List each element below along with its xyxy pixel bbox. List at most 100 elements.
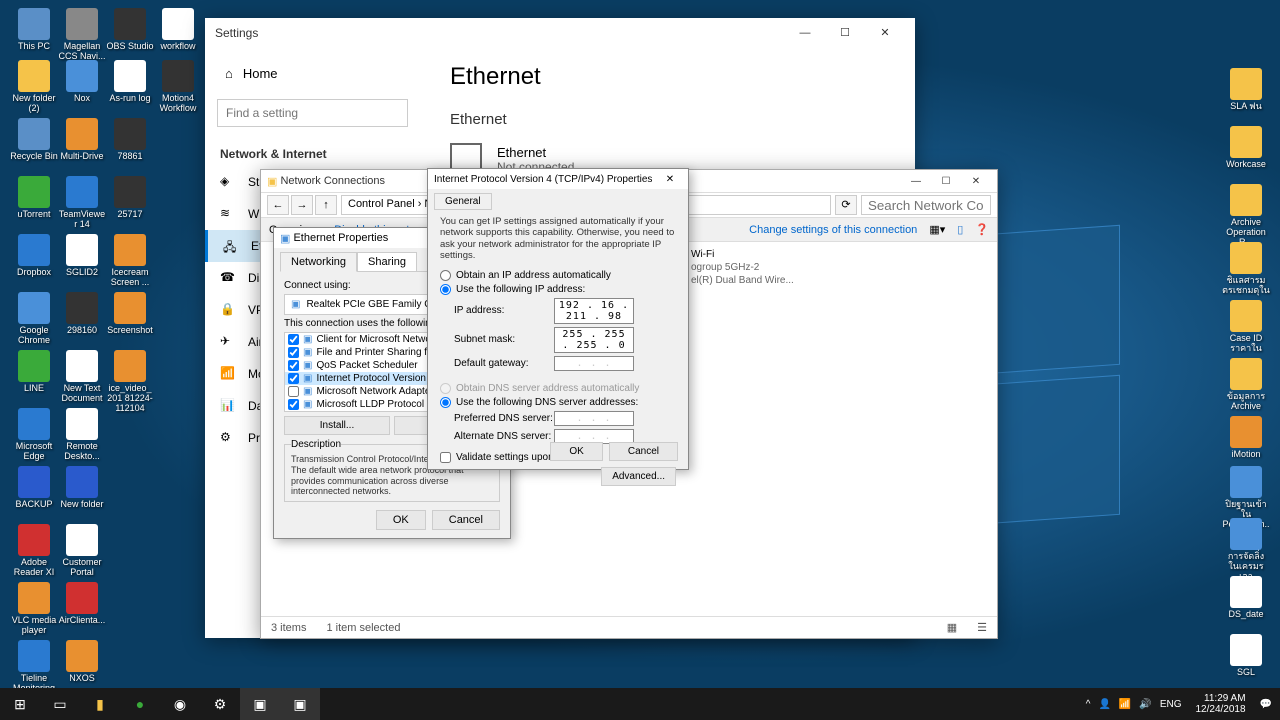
- refresh-button[interactable]: ⟳: [835, 195, 857, 215]
- desktop-icon[interactable]: 78861: [106, 118, 154, 162]
- maximize-button[interactable]: ☐: [825, 18, 865, 48]
- system-tray[interactable]: ^ 👤 📶 🔊 ENG 11:29 AM 12/24/2018 💬: [1078, 693, 1280, 715]
- desktop-icon[interactable]: Case ID ราคาใน: [1222, 300, 1270, 354]
- ok-button[interactable]: OK: [550, 442, 602, 461]
- desktop-icon[interactable]: New Text Document: [58, 350, 106, 404]
- desktop-icon[interactable]: ice_video_201 81224-112104: [106, 350, 154, 414]
- people-icon[interactable]: 👤: [1098, 699, 1110, 710]
- desktop-icon[interactable]: Dropbox: [10, 234, 58, 278]
- desktop-icon[interactable]: SLA ฟน: [1222, 68, 1270, 112]
- minimize-button[interactable]: —: [901, 176, 931, 187]
- desktop-icon[interactable]: This PC: [10, 8, 58, 52]
- dns1-input[interactable]: . . .: [554, 411, 634, 426]
- start-button[interactable]: ⊞: [0, 688, 40, 720]
- desktop-icon[interactable]: ชิแลศารม ตรเชกมดุใน: [1222, 242, 1270, 296]
- chrome-icon[interactable]: ◉: [160, 688, 200, 720]
- cancel-button[interactable]: Cancel: [609, 442, 678, 461]
- desktop-icon[interactable]: New folder (2): [10, 60, 58, 114]
- close-button[interactable]: ✕: [865, 18, 905, 48]
- control-panel-taskbar-icon[interactable]: ▣: [240, 688, 280, 720]
- desktop-icon[interactable]: DS_date: [1222, 576, 1270, 620]
- desktop-icon[interactable]: Nox: [58, 60, 106, 104]
- radio-auto-ip[interactable]: Obtain an IP address automatically: [440, 270, 676, 281]
- desktop-icon[interactable]: OBS Studio: [106, 8, 154, 52]
- tab-networking[interactable]: Networking: [280, 252, 357, 272]
- desktop-icon[interactable]: Workcase: [1222, 126, 1270, 170]
- desktop-icon[interactable]: Google Chrome: [10, 292, 58, 346]
- netconn-taskbar-icon[interactable]: ▣: [280, 688, 320, 720]
- notification-icon[interactable]: 💬: [1260, 699, 1272, 710]
- settings-titlebar[interactable]: Settings — ☐ ✕: [205, 18, 915, 48]
- desktop-icon[interactable]: VLC media player: [10, 582, 58, 636]
- radio-static-dns[interactable]: Use the following DNS server addresses:: [440, 397, 676, 408]
- desktop-icon[interactable]: Tieline Monitoring: [10, 640, 58, 694]
- desktop-icon[interactable]: AirClienta...: [58, 582, 106, 626]
- desktop-icon[interactable]: Multi-Drive: [58, 118, 106, 162]
- clock[interactable]: 11:29 AM 12/24/2018: [1189, 693, 1251, 715]
- advanced-button[interactable]: Advanced...: [601, 467, 676, 486]
- close-button[interactable]: ✕: [658, 174, 682, 185]
- ok-button[interactable]: OK: [376, 510, 426, 530]
- desktop-icon[interactable]: As-run log: [106, 60, 154, 104]
- help-icon[interactable]: ❓: [975, 223, 989, 236]
- task-view-button[interactable]: ▭: [40, 688, 80, 720]
- desktop-icon[interactable]: iMotion: [1222, 416, 1270, 460]
- maximize-button[interactable]: ☐: [931, 176, 961, 187]
- radio-static-dns-input[interactable]: [440, 397, 451, 408]
- netconn-search-input[interactable]: [861, 195, 991, 215]
- radio-auto-ip-input[interactable]: [440, 270, 451, 281]
- radio-static-ip-input[interactable]: [440, 284, 451, 295]
- settings-search-input[interactable]: [217, 99, 408, 127]
- gateway-input[interactable]: . . .: [554, 356, 634, 371]
- desktop-icon[interactable]: 298160: [58, 292, 106, 336]
- protocol-checkbox[interactable]: [288, 347, 299, 358]
- utorrent-icon[interactable]: ●: [120, 688, 160, 720]
- protocol-checkbox[interactable]: [288, 360, 299, 371]
- nav-home[interactable]: ⌂ Home: [205, 58, 420, 89]
- eth-name[interactable]: Ethernet: [497, 145, 574, 160]
- settings-taskbar-icon[interactable]: ⚙: [200, 688, 240, 720]
- desktop-icon[interactable]: Motion4 Workflow: [154, 60, 202, 114]
- desktop-icon[interactable]: LINE: [10, 350, 58, 394]
- desktop-icon[interactable]: Icecream Screen ...: [106, 234, 154, 288]
- view-details-icon[interactable]: ☰: [977, 621, 987, 634]
- tab-general[interactable]: General: [434, 193, 492, 210]
- desktop-icon[interactable]: TeamViewer 14: [58, 176, 106, 230]
- protocol-checkbox[interactable]: [288, 386, 299, 397]
- desktop-icon[interactable]: Customer Portal: [58, 524, 106, 578]
- close-button[interactable]: ✕: [961, 176, 991, 187]
- desktop-icon[interactable]: ข้อมูลการ Archive: [1222, 358, 1270, 412]
- view-large-icon[interactable]: ▦: [947, 621, 957, 634]
- desktop-icon[interactable]: SGLID2: [58, 234, 106, 278]
- wifi-item[interactable]: Wi-Fi ogroup 5GHz-2 el(R) Dual Band Wire…: [691, 248, 794, 287]
- wifi-tray-icon[interactable]: 📶: [1119, 699, 1131, 710]
- protocol-checkbox[interactable]: [288, 373, 299, 384]
- cancel-button[interactable]: Cancel: [432, 510, 500, 530]
- desktop-icon[interactable]: Microsoft Edge: [10, 408, 58, 462]
- desktop-icon[interactable]: Magellan CCS Navi...: [58, 8, 106, 62]
- desktop-icon[interactable]: New folder: [58, 466, 106, 510]
- desktop-icon[interactable]: SGL: [1222, 634, 1270, 678]
- tab-sharing[interactable]: Sharing: [357, 252, 417, 271]
- install-button[interactable]: Install...: [284, 416, 390, 435]
- subnet-mask-input[interactable]: 255 . 255 . 255 . 0: [554, 327, 634, 353]
- back-button[interactable]: ←: [267, 195, 289, 215]
- desktop-icon[interactable]: Screenshot: [106, 292, 154, 336]
- desktop-icon[interactable]: NXOS: [58, 640, 106, 684]
- validate-checkbox[interactable]: [440, 452, 451, 463]
- toolbar-settings[interactable]: Change settings of this connection: [749, 224, 917, 236]
- protocol-checkbox[interactable]: [288, 334, 299, 345]
- volume-icon[interactable]: 🔊: [1139, 699, 1151, 710]
- desktop-icon[interactable]: BACKUP: [10, 466, 58, 510]
- desktop-icon[interactable]: Remote Deskto...: [58, 408, 106, 462]
- pane-icon[interactable]: ▯: [957, 223, 963, 236]
- view-icon[interactable]: ▦▾: [929, 223, 945, 236]
- ipv4-titlebar[interactable]: Internet Protocol Version 4 (TCP/IPv4) P…: [428, 169, 688, 189]
- explorer-icon[interactable]: ▮: [80, 688, 120, 720]
- desktop-icon[interactable]: Archive Operation R...: [1222, 184, 1270, 248]
- ip-address-input[interactable]: 192 . 16 . 211 . 98: [554, 298, 634, 324]
- lang-indicator[interactable]: ENG: [1160, 699, 1182, 710]
- desktop-icon[interactable]: Adobe Reader XI: [10, 524, 58, 578]
- desktop-icon[interactable]: การจัดลิ่ง ในเครมรเลา: [1222, 518, 1270, 582]
- up-button[interactable]: ↑: [315, 195, 337, 215]
